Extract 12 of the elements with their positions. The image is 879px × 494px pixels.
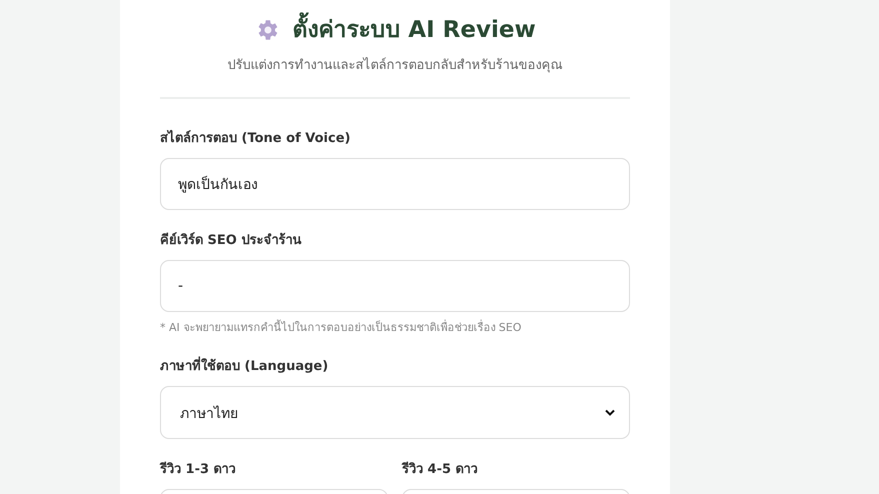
page-subtitle: ปรับแต่งการทำงานและสไตล์การตอบกลับสำหรับร้านของคุณ (226, 56, 564, 75)
page-title: ตั้งค่าระบบ AI Review (292, 14, 536, 46)
hint-text: * AI จะพยายามแทรกคำนี้ไปในการตอบอย่างเป็นธรรมชาติเพื่อช่วยเรื่อง SEO (160, 320, 522, 336)
field-label: รีวิว 1-3 ดาว (160, 460, 237, 479)
chevron-down-icon (605, 409, 615, 416)
field-label: ภาษาที่ใช้ตอบ (Language) (160, 357, 630, 377)
text-input[interactable]: พูดเป็นกันเอง (160, 158, 630, 210)
language-select[interactable]: ภาษาไทย (160, 386, 630, 439)
field-label: สไตล์การตอบ (Tone of Voice) (160, 129, 352, 148)
text-input[interactable]: - (160, 260, 630, 312)
field-label: คีย์เวิร์ด SEO ประจำร้าน (160, 231, 302, 250)
field-label: รีวิว 4-5 ดาว (402, 460, 479, 479)
